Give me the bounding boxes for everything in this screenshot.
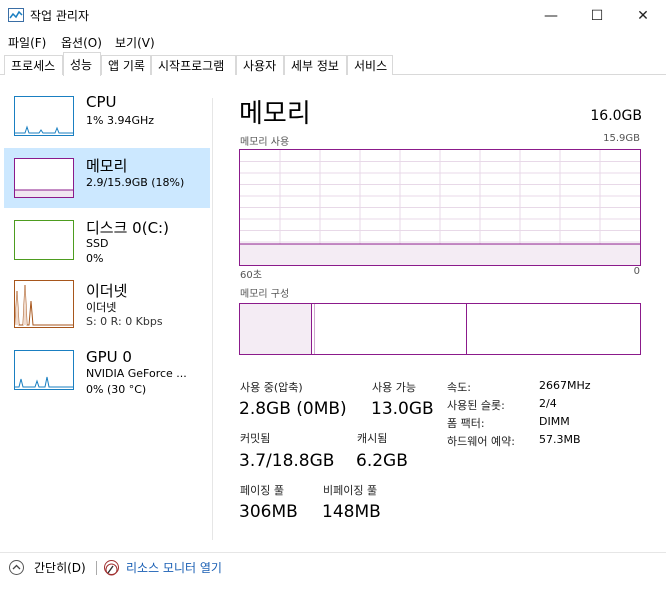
usage-graph-max: 15.9GB	[603, 133, 640, 144]
spec-hw-reserved-value: 57.3MB	[539, 433, 581, 446]
resource-monitor-icon	[104, 560, 119, 576]
resource-item-ethernet[interactable]: 이더넷 이더넷 S: 0 R: 0 Kbps	[4, 274, 210, 334]
resource-detail-2: 0%	[86, 252, 104, 265]
resource-detail: NVIDIA GeForce ...	[86, 367, 187, 380]
resource-detail: 이더넷	[86, 301, 117, 314]
footer: 간단히(D) 리소스 모니터 열기	[0, 552, 666, 592]
panel-divider	[212, 98, 213, 540]
tab-processes[interactable]: 프로세스	[4, 55, 63, 75]
resource-name: 메모리	[86, 157, 128, 175]
memory-usage-graph	[239, 149, 641, 266]
resource-item-disk[interactable]: 디스크 0(C:) SSD 0%	[4, 210, 210, 270]
spec-slots-value: 2/4	[539, 397, 557, 410]
cached-value: 6.2GB	[356, 451, 408, 471]
close-icon: ✕	[637, 7, 649, 24]
fewer-details-link[interactable]: 간단히(D)	[34, 559, 86, 576]
nonpaged-pool-label: 비페이징 풀	[323, 484, 378, 497]
tab-performance[interactable]: 성능	[63, 52, 101, 76]
spec-form-factor-label: 폼 팩터:	[447, 417, 485, 430]
close-button[interactable]: ✕	[620, 0, 666, 31]
resource-name: 디스크 0(C:)	[86, 219, 169, 237]
usage-graph-label: 메모리 사용	[240, 137, 290, 148]
committed-label: 커밋됨	[240, 432, 271, 445]
spec-form-factor-value: DIMM	[539, 415, 570, 428]
tab-app-history[interactable]: 앱 기록	[101, 55, 151, 75]
resource-name: GPU 0	[86, 348, 132, 366]
resource-item-gpu[interactable]: GPU 0 NVIDIA GeForce ... 0% (30 °C)	[4, 342, 210, 402]
resource-item-cpu[interactable]: CPU 1% 3.94GHz	[4, 86, 210, 146]
spec-slots-label: 사용된 슬롯:	[447, 399, 505, 412]
resource-detail-2: 0% (30 °C)	[86, 383, 147, 396]
resource-detail: 2.9/15.9GB (18%)	[86, 176, 185, 189]
resource-detail: 1% 3.94GHz	[86, 114, 155, 127]
gpu-thumbnail	[14, 350, 74, 390]
cached-label: 캐시됨	[357, 432, 388, 445]
tab-details[interactable]: 세부 정보	[284, 55, 347, 75]
x-axis-end: 0	[633, 266, 640, 277]
memory-usage-chart	[240, 150, 640, 265]
resource-detail-2: S: 0 R: 0 Kbps	[86, 315, 163, 328]
usage-fill	[240, 244, 640, 265]
composition-standby	[466, 304, 467, 354]
resource-name: CPU	[86, 93, 117, 111]
composition-in-use	[240, 304, 312, 354]
composition-modified	[314, 304, 315, 354]
in-use-value: 2.8GB (0MB)	[239, 399, 347, 419]
maximize-button[interactable]: ☐	[574, 0, 620, 31]
chevron-up-icon[interactable]	[9, 560, 24, 575]
available-label: 사용 가능	[372, 381, 416, 394]
open-resource-monitor-link[interactable]: 리소스 모니터 열기	[126, 559, 222, 576]
resource-list: CPU 1% 3.94GHz 메모리 2.9/15.9GB (18%) 디스크 …	[4, 86, 210, 546]
menu-file[interactable]: 파일(F)	[8, 34, 46, 51]
menu-options[interactable]: 옵션(O)	[61, 34, 102, 51]
cpu-thumbnail	[14, 96, 74, 136]
minimize-icon: —	[544, 7, 558, 24]
memory-composition-bar	[239, 303, 641, 355]
available-value: 13.0GB	[371, 399, 434, 419]
task-manager-icon	[8, 8, 24, 22]
title-bar: 작업 관리자 — ☐ ✕	[0, 0, 666, 31]
resource-detail: SSD	[86, 237, 109, 250]
maximize-icon: ☐	[590, 7, 604, 24]
spec-speed-value: 2667MHz	[539, 379, 591, 392]
menu-bar: 파일(F) 옵션(O) 보기(V)	[0, 31, 666, 52]
page-title: 메모리	[239, 99, 311, 129]
paged-pool-value: 306MB	[239, 502, 298, 522]
paged-pool-label: 페이징 풀	[240, 484, 284, 497]
disk-thumbnail	[14, 220, 74, 260]
nonpaged-pool-value: 148MB	[322, 502, 381, 522]
tab-strip: 프로세스 성능 앱 기록 시작프로그램 사용자 세부 정보 서비스	[0, 52, 666, 76]
window-title: 작업 관리자	[30, 9, 90, 23]
composition-label: 메모리 구성	[240, 289, 290, 300]
in-use-label: 사용 중(압축)	[240, 381, 303, 394]
tab-users[interactable]: 사용자	[236, 55, 284, 75]
resource-name: 이더넷	[86, 282, 128, 300]
menu-view[interactable]: 보기(V)	[115, 34, 155, 51]
spec-speed-label: 속도:	[447, 381, 471, 394]
committed-value: 3.7/18.8GB	[239, 451, 335, 471]
memory-thumbnail	[14, 158, 74, 198]
ethernet-thumbnail	[14, 280, 74, 328]
spec-hw-reserved-label: 하드웨어 예약:	[447, 435, 515, 448]
tab-services[interactable]: 서비스	[347, 55, 393, 75]
minimize-button[interactable]: —	[528, 0, 574, 31]
footer-separator	[96, 561, 97, 575]
memory-total: 16.0GB	[590, 108, 642, 124]
tab-startup[interactable]: 시작프로그램	[151, 55, 236, 75]
resource-item-memory[interactable]: 메모리 2.9/15.9GB (18%)	[4, 148, 210, 208]
x-axis-start: 60초	[240, 270, 262, 281]
